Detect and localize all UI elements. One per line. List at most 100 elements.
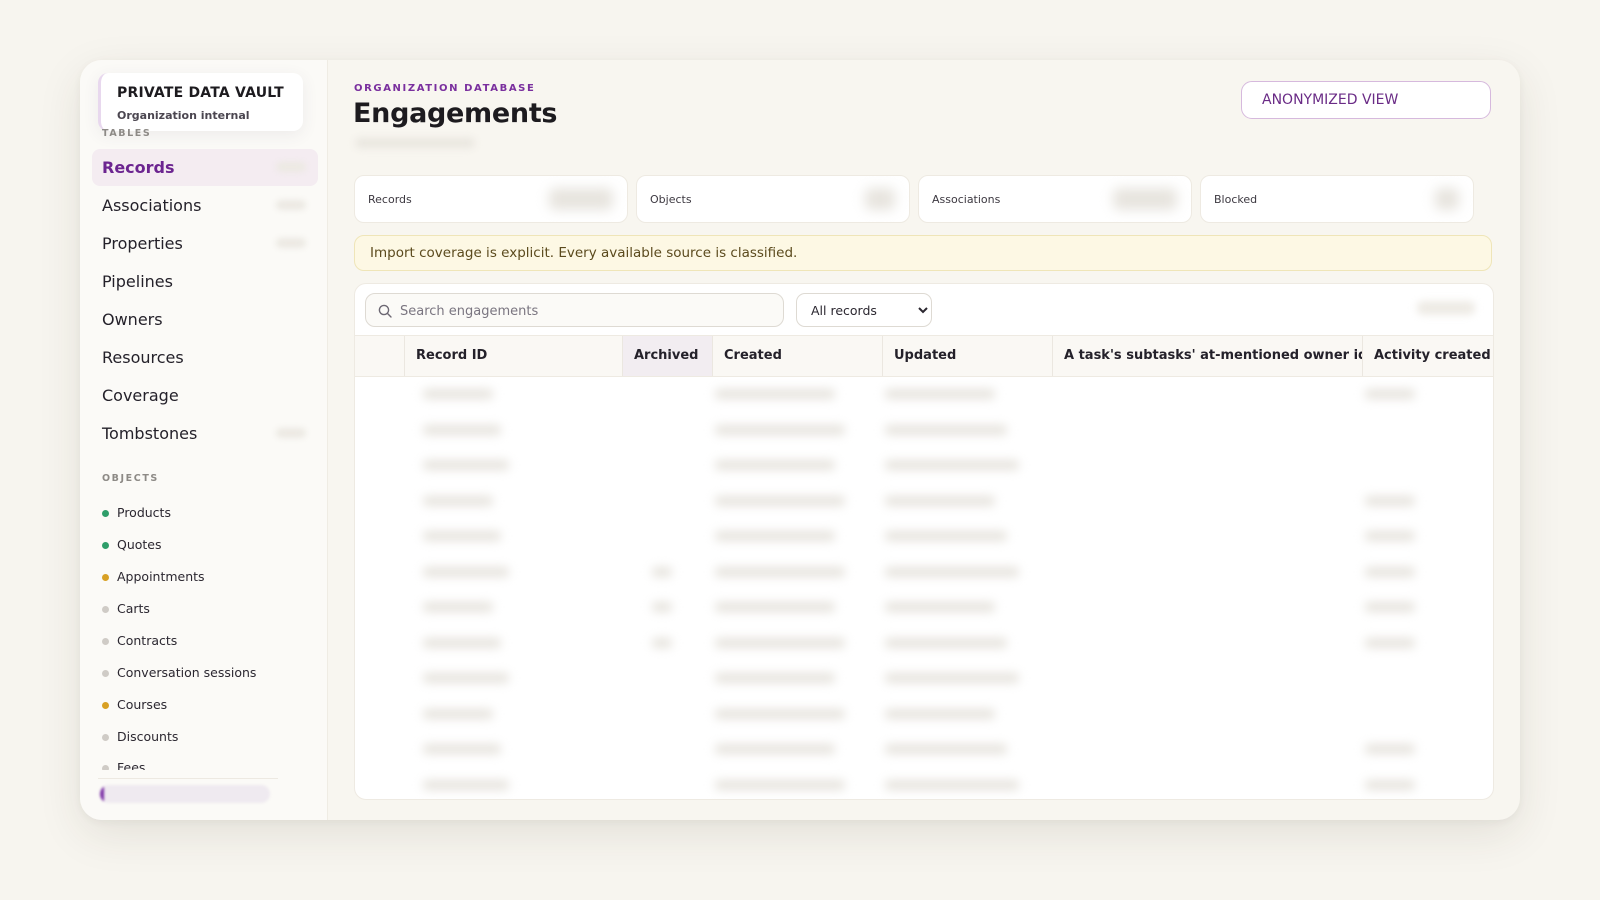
table-row[interactable] — [355, 589, 1493, 625]
object-item-contracts[interactable]: Contracts — [102, 631, 177, 651]
redacted-cell — [423, 460, 509, 470]
redacted-cell — [715, 460, 835, 470]
column-header-updated[interactable]: Updated — [882, 336, 1052, 376]
table-row[interactable] — [355, 447, 1493, 483]
table-row[interactable] — [355, 412, 1493, 448]
status-dot-icon — [102, 670, 109, 677]
table-row[interactable] — [355, 731, 1493, 767]
redacted-cell — [423, 708, 493, 719]
redacted-cell — [652, 637, 672, 648]
object-item-carts[interactable]: Carts — [102, 599, 150, 619]
sidebar-item-records[interactable]: Records — [92, 149, 318, 186]
redacted-cell — [885, 389, 995, 399]
redacted-cell — [885, 673, 1019, 683]
anonymized-view-button[interactable]: ANONYMIZED VIEW — [1241, 81, 1491, 119]
footer-status-pill[interactable] — [100, 785, 270, 803]
redacted-cell — [1365, 566, 1415, 577]
vault-card[interactable]: PRIVATE DATA VAULT Organization internal — [98, 73, 303, 131]
coverage-notice: Import coverage is explicit. Every avail… — [354, 235, 1492, 271]
redacted-cell — [652, 566, 672, 577]
redacted-cell — [715, 637, 845, 648]
table-row[interactable] — [355, 376, 1493, 412]
sidebar-item-associations[interactable]: Associations — [92, 187, 318, 224]
page-eyebrow: ORGANIZATION DATABASE — [354, 83, 536, 94]
count-badge — [276, 200, 306, 210]
sidebar-item-label: Tombstones — [102, 424, 198, 443]
stat-card-objects: Objects — [636, 175, 910, 223]
table-row[interactable] — [355, 483, 1493, 519]
count-badge — [276, 162, 306, 172]
records-filter-select[interactable]: All records — [796, 293, 932, 327]
search-icon — [378, 303, 392, 322]
table-row[interactable] — [355, 767, 1493, 800]
redacted-cell — [1365, 389, 1415, 399]
stat-value-redacted — [865, 188, 895, 210]
object-item-fees[interactable]: Fees — [102, 758, 145, 770]
column-header-created[interactable]: Created — [712, 336, 882, 376]
redacted-cell — [885, 531, 1007, 541]
table-row[interactable] — [355, 625, 1493, 661]
sidebar-item-pipelines[interactable]: Pipelines — [92, 263, 318, 300]
status-dot-icon — [102, 606, 109, 613]
status-dot-icon — [102, 765, 109, 770]
sidebar-item-tombstones[interactable]: Tombstones — [92, 415, 318, 452]
records-table-panel: All records Record ID Archived Created U… — [354, 283, 1494, 800]
redacted-cell — [715, 495, 845, 506]
status-dot-icon — [102, 542, 109, 549]
sidebar-item-label: Resources — [102, 348, 184, 367]
redacted-cell — [1365, 495, 1415, 506]
column-header-record-id[interactable]: Record ID — [404, 336, 622, 376]
redacted-cell — [423, 637, 501, 648]
tables-section-label: TABLES — [102, 128, 152, 139]
object-item-quotes[interactable]: Quotes — [102, 535, 162, 555]
redacted-cell — [423, 673, 509, 683]
count-badge — [276, 428, 306, 438]
redacted-cell — [715, 389, 835, 399]
table-row[interactable] — [355, 518, 1493, 554]
table-row[interactable] — [355, 660, 1493, 696]
app-window: PRIVATE DATA VAULT Organization internal… — [80, 60, 1520, 820]
object-item-appointments[interactable]: Appointments — [102, 567, 205, 587]
object-item-conversation-sessions[interactable]: Conversation sessions — [102, 663, 256, 683]
table-row[interactable] — [355, 554, 1493, 590]
count-badge — [276, 238, 306, 248]
redacted-cell — [885, 708, 995, 719]
column-header-archived[interactable]: Archived — [622, 336, 712, 376]
redacted-cell — [423, 424, 501, 435]
search-input[interactable] — [398, 294, 772, 328]
stat-value-redacted — [1113, 188, 1177, 210]
sidebar-item-label: Pipelines — [102, 272, 173, 291]
column-header-activity-created-by[interactable]: Activity created by — [1362, 336, 1493, 376]
object-item-courses[interactable]: Courses — [102, 695, 167, 715]
object-item-label: Carts — [117, 601, 150, 616]
table-row[interactable] — [355, 696, 1493, 732]
object-item-label: Discounts — [117, 729, 179, 744]
object-item-label: Products — [117, 505, 171, 520]
table-header: Record ID Archived Created Updated A tas… — [355, 335, 1493, 377]
status-dot-icon — [102, 638, 109, 645]
sidebar-item-label: Properties — [102, 234, 183, 253]
stat-value-redacted — [1435, 188, 1459, 210]
search-box[interactable] — [365, 293, 784, 328]
status-dot-icon — [102, 510, 109, 517]
column-header-select[interactable] — [355, 336, 404, 376]
redacted-cell — [715, 673, 835, 683]
sidebar-item-label: Records — [102, 158, 175, 177]
stat-card-blocked: Blocked — [1200, 175, 1474, 223]
redacted-cell — [885, 424, 1007, 435]
sidebar-item-owners[interactable]: Owners — [92, 301, 318, 338]
sidebar: PRIVATE DATA VAULT Organization internal… — [80, 60, 328, 820]
sidebar-item-resources[interactable]: Resources — [92, 339, 318, 376]
object-item-label: Quotes — [117, 537, 162, 552]
redacted-cell — [1365, 744, 1415, 754]
redacted-cell — [885, 744, 1007, 754]
redacted-cell — [885, 637, 1007, 648]
sidebar-item-properties[interactable]: Properties — [92, 225, 318, 262]
object-item-products[interactable]: Products — [102, 503, 171, 523]
vault-subtitle: Organization internal — [117, 109, 250, 122]
sidebar-item-coverage[interactable]: Coverage — [92, 377, 318, 414]
stat-card-records: Records — [354, 175, 628, 223]
object-item-label: Contracts — [117, 633, 178, 648]
column-header-subtask-owner-ids[interactable]: A task's subtasks' at-mentioned owner id… — [1052, 336, 1362, 376]
object-item-discounts[interactable]: Discounts — [102, 727, 178, 747]
